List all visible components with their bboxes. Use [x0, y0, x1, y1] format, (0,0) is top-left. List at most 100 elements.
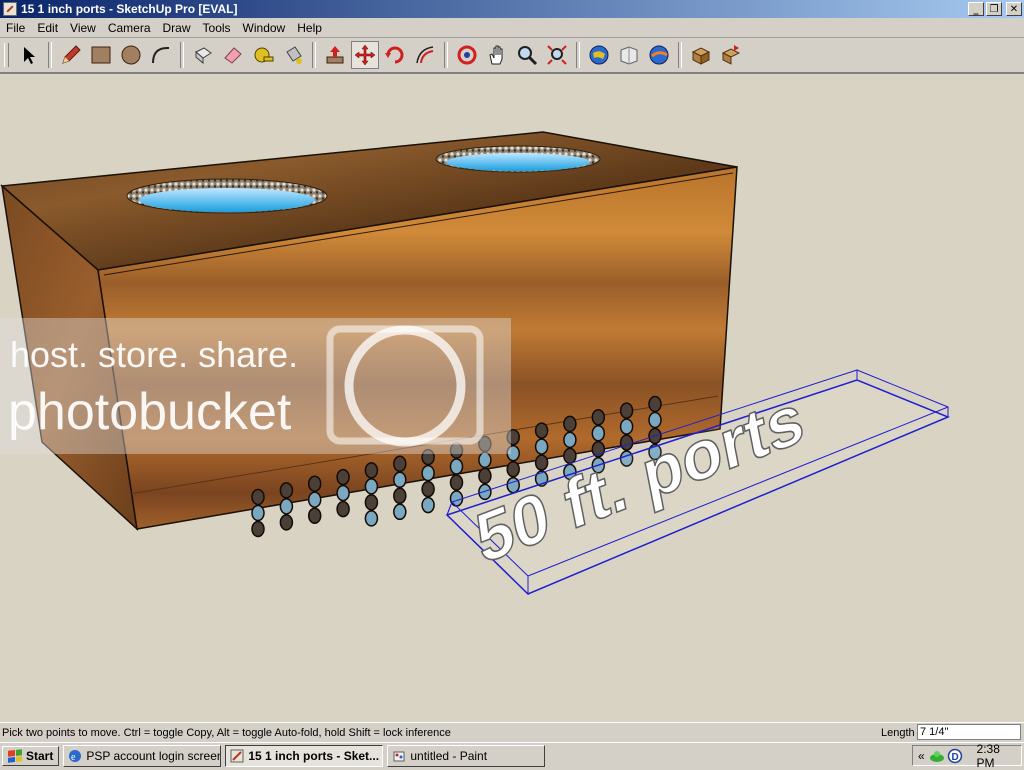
share-component-icon[interactable]	[717, 41, 745, 69]
tray-app-icon[interactable]: D	[947, 748, 963, 764]
port-hole[interactable]	[449, 490, 464, 507]
port-hole[interactable]	[591, 425, 606, 442]
port-hole[interactable]	[251, 520, 265, 538]
select-icon[interactable]	[15, 41, 43, 69]
rectangle-icon[interactable]	[87, 41, 115, 69]
pencil-icon[interactable]	[57, 41, 85, 69]
rotate-icon[interactable]	[381, 41, 409, 69]
port-hole[interactable]	[421, 464, 435, 482]
sketchup-icon	[230, 749, 244, 763]
menu-file[interactable]: File	[0, 21, 31, 35]
toolbar-grip[interactable]	[4, 43, 9, 67]
port-hole[interactable]	[393, 455, 407, 473]
toolbar-separator	[678, 42, 682, 68]
menu-bar: File Edit View Camera Draw Tools Window …	[0, 18, 1024, 38]
port-hole[interactable]	[619, 402, 634, 419]
port-hole[interactable]	[534, 422, 549, 439]
circle-icon[interactable]	[117, 41, 145, 69]
port-hole[interactable]	[563, 415, 577, 433]
eraser-icon[interactable]	[219, 41, 247, 69]
start-label: Start	[26, 749, 54, 763]
svg-text:D: D	[951, 751, 958, 762]
port-hole[interactable]	[307, 507, 322, 524]
port-hole[interactable]	[336, 500, 350, 518]
port-hole[interactable]	[449, 458, 464, 475]
zoom-extents-icon[interactable]	[543, 41, 571, 69]
port-hole[interactable]	[364, 510, 379, 527]
measurements-label: Length	[881, 727, 915, 739]
arc-icon[interactable]	[147, 41, 175, 69]
taskbar-item-psp[interactable]: e PSP account login screen...	[63, 745, 222, 767]
port-hole[interactable]	[563, 431, 577, 449]
move-icon[interactable]	[351, 41, 379, 69]
menu-edit[interactable]: Edit	[31, 21, 64, 35]
port-hole[interactable]	[307, 491, 322, 508]
port-hole[interactable]	[251, 488, 265, 506]
orbit-icon[interactable]	[453, 41, 481, 69]
model-canvas[interactable]: host. store. share. photobucket 50 ft. p…	[0, 74, 1024, 722]
menu-tools[interactable]: Tools	[197, 21, 237, 35]
zoom-icon[interactable]	[513, 41, 541, 69]
port-hole[interactable]	[364, 494, 379, 511]
close-button[interactable]: ✕	[1006, 2, 1022, 16]
get-component-icon[interactable]	[687, 41, 715, 69]
tray-expand-button[interactable]: «	[918, 749, 925, 763]
start-button[interactable]: Start	[2, 746, 60, 766]
port-hole[interactable]	[336, 484, 350, 502]
port-hole[interactable]	[648, 411, 662, 429]
port-hole[interactable]	[591, 409, 606, 426]
port-hole[interactable]	[307, 475, 322, 492]
make-component-icon[interactable]	[189, 41, 217, 69]
svg-text:e: e	[71, 752, 76, 763]
get-models-icon[interactable]	[585, 41, 613, 69]
menu-window[interactable]: Window	[237, 21, 292, 35]
tape-measure-icon[interactable]	[249, 41, 277, 69]
menu-draw[interactable]: Draw	[157, 21, 197, 35]
port-hole[interactable]	[393, 471, 407, 489]
port-hole[interactable]	[251, 504, 265, 522]
port-hole[interactable]	[619, 418, 634, 435]
pan-icon[interactable]	[483, 41, 511, 69]
status-bar: Pick two points to move. Ctrl = toggle C…	[0, 722, 1024, 743]
restore-button[interactable]: ❐	[986, 2, 1002, 16]
tray-network-icon[interactable]	[929, 749, 945, 763]
port-hole[interactable]	[563, 447, 577, 465]
menu-view[interactable]: View	[64, 21, 102, 35]
port-hole[interactable]	[648, 395, 662, 413]
photobucket-watermark: host. store. share. photobucket	[0, 318, 511, 454]
port-hole[interactable]	[279, 498, 294, 515]
port-hole[interactable]	[534, 454, 549, 471]
offset-icon[interactable]	[411, 41, 439, 69]
menu-help[interactable]: Help	[291, 21, 328, 35]
google-earth-icon[interactable]	[645, 41, 673, 69]
port-hole[interactable]	[393, 487, 407, 505]
port-hole[interactable]	[449, 474, 464, 491]
menu-camera[interactable]: Camera	[102, 21, 157, 35]
taskbar-item-paint[interactable]: untitled - Paint	[387, 745, 546, 767]
status-message: Pick two points to move. Ctrl = toggle C…	[2, 727, 451, 739]
task-label: 15 1 inch ports - Sket...	[248, 749, 380, 763]
port-hole[interactable]	[421, 480, 435, 498]
taskbar-item-sketchup[interactable]: 15 1 inch ports - Sket...	[225, 745, 384, 767]
port-hole[interactable]	[364, 462, 379, 479]
port-hole[interactable]	[534, 438, 549, 455]
windows-logo-icon	[8, 749, 22, 763]
port-hole[interactable]	[478, 467, 492, 485]
minimize-button[interactable]: _	[968, 2, 984, 16]
share-model-icon[interactable]	[615, 41, 643, 69]
paint-icon	[393, 751, 405, 762]
drawing-viewport[interactable]: host. store. share. photobucket 50 ft. p…	[0, 73, 1024, 722]
port-hole[interactable]	[478, 451, 492, 469]
ie-icon: e	[69, 750, 82, 763]
push-pull-icon[interactable]	[321, 41, 349, 69]
port-hole[interactable]	[279, 482, 294, 499]
port-hole[interactable]	[393, 503, 407, 521]
paint-bucket-icon[interactable]	[279, 41, 307, 69]
port-hole[interactable]	[421, 496, 435, 514]
port-hole[interactable]	[506, 460, 520, 478]
measurements-input[interactable]: 7 1/4"	[917, 724, 1021, 740]
port-hole[interactable]	[336, 468, 350, 486]
port-hole[interactable]	[279, 514, 294, 531]
toolbar-separator	[180, 42, 184, 68]
port-hole[interactable]	[364, 478, 379, 495]
